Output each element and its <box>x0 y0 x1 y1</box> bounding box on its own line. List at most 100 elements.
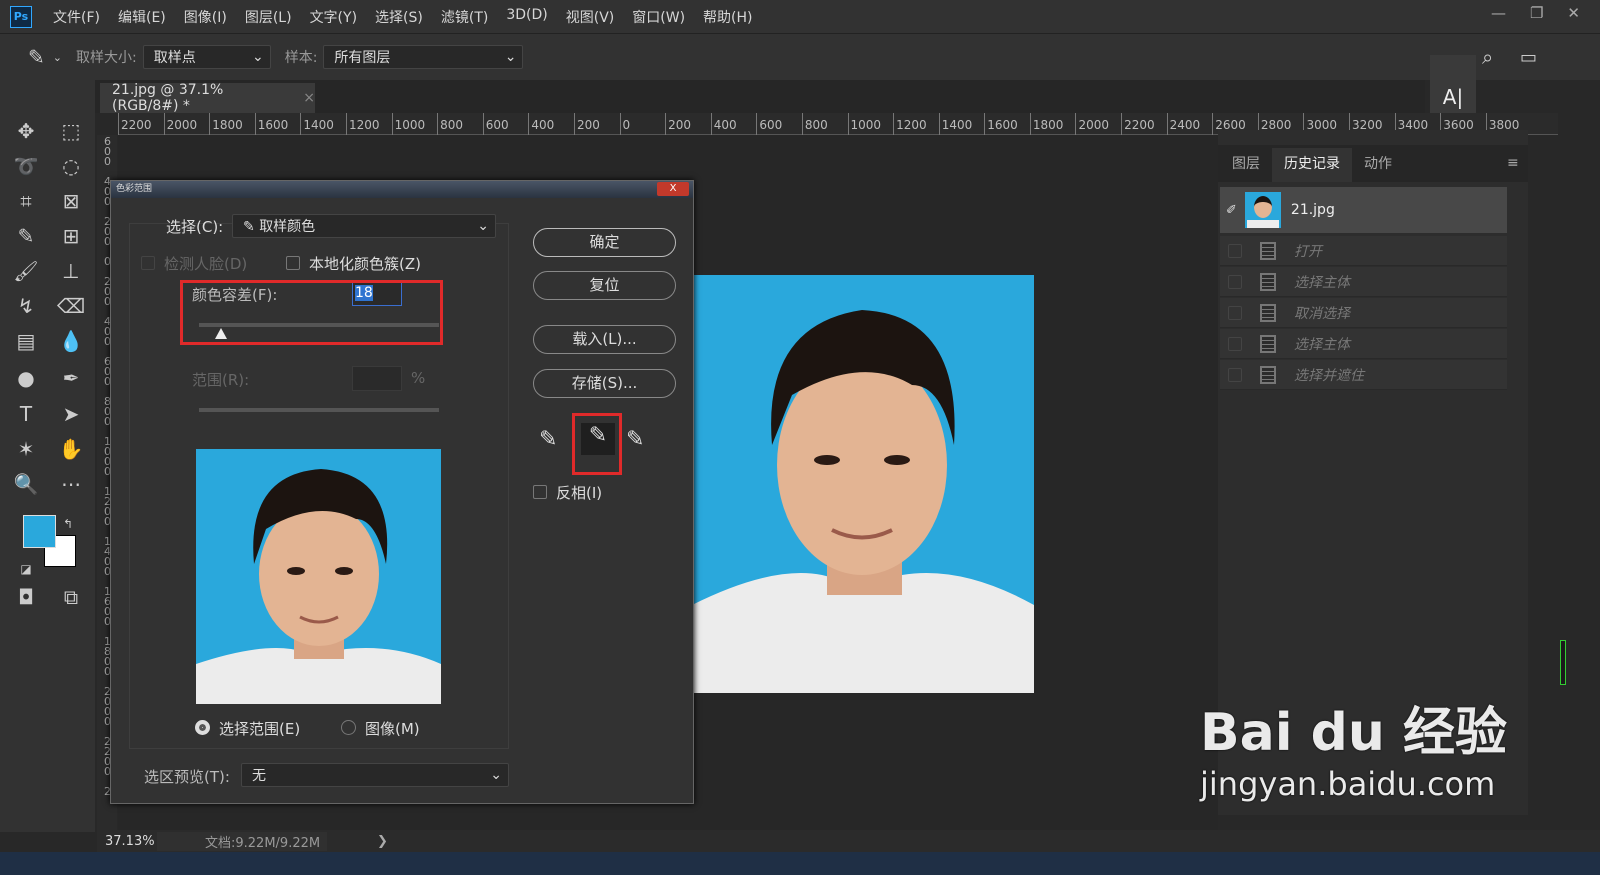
tab-layers[interactable]: 图层 <box>1220 148 1272 182</box>
quick-mask-icon[interactable]: ◘ <box>10 583 42 611</box>
shape-tool-icon[interactable]: ✶ <box>10 435 42 463</box>
move-tool-icon[interactable]: ✥ <box>10 117 42 145</box>
brush-tool-icon[interactable]: 🖌 <box>10 257 42 285</box>
zoom-level[interactable]: 37.13% <box>97 834 157 849</box>
chevron-down-icon[interactable]: ⌄ <box>53 51 62 64</box>
tab-actions[interactable]: 动作 <box>1352 148 1404 182</box>
tab-history[interactable]: 历史记录 <box>1272 148 1352 182</box>
document-tab[interactable]: 21.jpg @ 37.1%(RGB/8#) * × <box>100 82 315 114</box>
history-item[interactable]: 选择主体 <box>1220 329 1507 359</box>
history-item[interactable]: 选择并遮住 <box>1220 360 1507 390</box>
menu-item-7[interactable]: 3D(D) <box>497 7 556 27</box>
sample-size-select[interactable]: 取样点 ⌄ <box>142 45 271 69</box>
reset-button[interactable]: 复位 <box>533 271 676 300</box>
ruler-tick-label: 200 <box>665 113 711 135</box>
sample-select[interactable]: 所有图层 ⌄ <box>323 45 524 69</box>
default-colors-icon[interactable]: ◪ <box>16 555 36 583</box>
image-radio-label: 图像(M) <box>365 720 420 738</box>
ruler-tick-label: 1800 <box>209 113 255 135</box>
menu-item-9[interactable]: 窗口(W) <box>623 7 694 27</box>
type-tool-icon[interactable]: T <box>10 400 42 428</box>
taskbar <box>0 852 1600 875</box>
history-brush-icon[interactable]: ↯ <box>10 292 42 320</box>
ok-button[interactable]: 确定 <box>533 228 676 257</box>
hand-tool-icon[interactable]: ✋ <box>55 435 87 463</box>
menu-item-4[interactable]: 文字(Y) <box>301 7 366 27</box>
history-checkbox[interactable] <box>1228 274 1242 289</box>
document-tab-title: 21.jpg @ 37.1%(RGB/8#) * <box>112 82 224 114</box>
close-tab-icon[interactable]: × <box>303 90 315 106</box>
patch-tool-icon[interactable]: ⊞ <box>55 222 87 250</box>
history-brush-source-icon[interactable]: ✐ <box>1226 203 1237 218</box>
history-checkbox[interactable] <box>1228 305 1242 320</box>
dodge-tool-icon[interactable]: ● <box>10 364 42 392</box>
localized-clusters-checkbox[interactable] <box>286 256 300 270</box>
menu-item-0[interactable]: 文件(F) <box>44 7 109 27</box>
snapshot-name: 21.jpg <box>1290 202 1335 218</box>
search-icon[interactable]: ⌕ <box>1482 45 1493 69</box>
options-bar: ✎ ⌄ 取样大小: 取样点 ⌄ 样本: 所有图层 ⌄ ⌕ ▭ <box>0 33 1600 80</box>
selection-preview-select[interactable]: 无 ⌄ <box>241 763 509 787</box>
eyedropper-tool-icon[interactable]: ✎ <box>10 222 42 250</box>
menu-item-3[interactable]: 图层(L) <box>236 7 301 27</box>
document-photo[interactable] <box>692 275 1034 693</box>
workspace-icon[interactable]: ▭ <box>1520 47 1537 68</box>
dialog-title: 色彩范围 <box>111 181 693 198</box>
history-item[interactable]: 取消选择 <box>1220 298 1507 328</box>
stamp-tool-icon[interactable]: ⊥ <box>55 257 87 285</box>
menu-item-6[interactable]: 滤镜(T) <box>432 7 497 27</box>
history-checkbox[interactable] <box>1228 367 1242 382</box>
close-window-button[interactable]: ✕ <box>1567 4 1580 22</box>
zoom-tool-icon[interactable]: 🔍 <box>10 470 42 498</box>
dialog-close-button[interactable]: X <box>657 182 689 196</box>
history-item[interactable]: 选择主体 <box>1220 267 1507 297</box>
menu-item-10[interactable]: 帮助(H) <box>694 7 761 27</box>
range-label: 范围(R): <box>192 371 250 389</box>
swap-colors-icon[interactable]: ↰ <box>58 510 78 538</box>
menu-item-8[interactable]: 视图(V) <box>557 7 624 27</box>
restore-button[interactable]: ❐ <box>1530 4 1543 22</box>
history-checkbox[interactable] <box>1228 336 1242 351</box>
pen-tool-icon[interactable]: ✒ <box>55 364 87 392</box>
gradient-tool-icon[interactable]: ▤ <box>10 327 42 355</box>
image-radio[interactable] <box>341 720 356 735</box>
save-button[interactable]: 存储(S)... <box>533 369 676 398</box>
blur-tool-icon[interactable]: 💧 <box>55 327 87 355</box>
crop-tool-icon[interactable]: ⌗ <box>10 187 42 215</box>
path-select-icon[interactable]: ➤ <box>55 400 87 428</box>
status-expand-arrow[interactable]: ❯ <box>327 834 388 849</box>
eyedropper-plus-icon[interactable]: ✎ <box>28 45 45 69</box>
panel-menu-icon[interactable]: ≡ <box>1507 155 1519 171</box>
more-tools-icon[interactable]: ⋯ <box>55 470 87 498</box>
minimize-button[interactable]: — <box>1491 4 1506 22</box>
menu-item-2[interactable]: 图像(I) <box>175 7 236 27</box>
history-item[interactable]: 打开 <box>1220 236 1507 266</box>
load-button[interactable]: 载入(L)... <box>533 325 676 354</box>
quick-select-tool-icon[interactable]: ◌ <box>55 152 87 180</box>
eyedropper-icon[interactable]: ✎ <box>539 427 557 452</box>
menu-item-1[interactable]: 编辑(E) <box>109 7 175 27</box>
select-dropdown[interactable]: ✎ 取样颜色 ⌄ <box>232 214 496 238</box>
eraser-tool-icon[interactable]: ⌫ <box>55 292 87 320</box>
chevron-down-icon: ⌄ <box>490 767 502 783</box>
sample-size-value: 取样点 <box>153 50 196 66</box>
text-tool-button[interactable]: A| <box>1430 85 1476 109</box>
selection-radio[interactable] <box>195 720 210 735</box>
document-icon <box>1260 334 1276 353</box>
eyedropper-subtract-icon[interactable]: ✎ <box>626 427 644 452</box>
frame-tool-icon[interactable]: ⊠ <box>55 187 87 215</box>
eyedropper-icon: ✎ <box>243 219 260 235</box>
detect-faces-checkbox[interactable] <box>141 256 155 270</box>
ruler-tick-label: 2200 <box>118 113 164 135</box>
invert-checkbox[interactable] <box>533 485 547 499</box>
history-snapshot[interactable]: ✐ 21.jpg <box>1220 187 1507 233</box>
screen-mode-icon[interactable]: ⧉ <box>55 583 87 611</box>
selection-radio-label: 选择范围(E) <box>219 720 301 738</box>
menu-item-5[interactable]: 选择(S) <box>366 7 432 27</box>
ruler-tick-label: 1400 <box>938 113 985 135</box>
sample-value: 所有图层 <box>334 50 391 66</box>
history-checkbox[interactable] <box>1228 243 1242 258</box>
marquee-tool-icon[interactable]: ⬚ <box>55 117 87 145</box>
foreground-color-swatch[interactable] <box>23 515 56 548</box>
lasso-tool-icon[interactable]: ➰ <box>10 152 42 180</box>
